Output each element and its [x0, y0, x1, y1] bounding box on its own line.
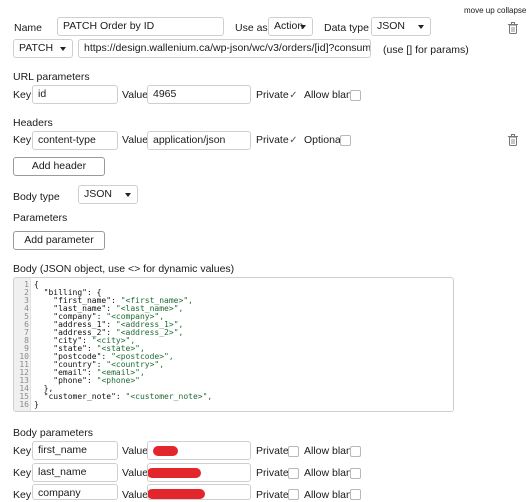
body-param-value-input[interactable]	[147, 463, 251, 482]
body-title: Body (JSON object, use <> for dynamic va…	[13, 263, 235, 275]
redaction-mark	[153, 446, 178, 456]
header-optional-checkbox[interactable]	[340, 135, 351, 146]
use-as-dropdown[interactable]: Action	[268, 17, 313, 36]
body-param-allow-blank-checkbox[interactable]	[350, 468, 361, 479]
body-param-value-input[interactable]	[147, 441, 251, 460]
name-input[interactable]: PATCH Order by ID	[57, 17, 224, 36]
body-json-editor[interactable]: 1 2 3 4 5 6 7 8 9 10 11 12 13 14 15 16 { "billing": { "…	[13, 277, 454, 412]
redaction-mark	[148, 489, 205, 499]
method-value: PATCH	[19, 42, 54, 54]
body-param-key-input[interactable]: company	[32, 484, 118, 500]
body-param-value-input[interactable]	[147, 484, 251, 500]
code-line: }	[34, 400, 39, 409]
url-param-key-input[interactable]: id	[32, 85, 118, 104]
move-up-link[interactable]: move up	[464, 6, 495, 15]
body-param-value-label: Value	[122, 467, 149, 479]
headers-title: Headers	[13, 117, 53, 129]
header-key-input[interactable]: content-type	[32, 131, 118, 150]
body-param-key-input[interactable]: last_name	[32, 463, 118, 482]
body-type-label: Body type	[13, 191, 60, 203]
body-param-private-label: Private	[256, 467, 289, 479]
add-header-button[interactable]: Add header	[13, 157, 105, 176]
trash-icon[interactable]	[508, 134, 518, 146]
url-param-value-label: Value	[122, 89, 149, 101]
trash-icon[interactable]	[508, 22, 518, 34]
line-number-gutter: 1 2 3 4 5 6 7 8 9 10 11 12 13 14 15 16	[14, 278, 31, 411]
header-value-input[interactable]: application/json	[147, 131, 251, 150]
url-hint: (use [] for params)	[383, 44, 469, 56]
header-private-label: Private	[256, 134, 289, 146]
url-input[interactable]: https://design.wallenium.ca/wp-json/wc/v…	[78, 39, 371, 58]
use-as-label: Use as	[235, 22, 268, 34]
check-icon[interactable]: ✓	[288, 135, 299, 146]
body-param-key-label: Key	[13, 445, 32, 457]
use-as-value: Action	[274, 20, 304, 32]
body-param-value-label: Value	[122, 445, 149, 457]
body-param-private-checkbox[interactable]	[288, 468, 299, 479]
url-param-private-label: Private	[256, 89, 289, 101]
body-param-key-label: Key	[13, 467, 32, 479]
code-line: "customer_note": "<customer_note>",	[34, 392, 213, 401]
add-parameter-button[interactable]: Add parameter	[13, 231, 105, 250]
redaction-mark	[148, 468, 201, 478]
parameters-title: Parameters	[13, 212, 68, 224]
line-number: 16	[19, 400, 29, 409]
url-param-value-input[interactable]: 4965	[147, 85, 251, 104]
body-param-private-checkbox[interactable]	[288, 489, 299, 500]
collapse-link[interactable]: collapse	[497, 6, 526, 15]
header-optional-label: Optional	[304, 134, 344, 146]
body-param-key-input[interactable]: first_name	[32, 441, 118, 460]
header-value-label: Value	[122, 134, 149, 146]
data-type-label: Data type	[324, 22, 369, 34]
data-type-value: JSON	[377, 20, 406, 32]
body-param-allow-blank-checkbox[interactable]	[350, 489, 361, 500]
name-label: Name	[14, 22, 43, 34]
url-param-key-label: Key	[13, 89, 32, 101]
body-type-dropdown[interactable]: JSON	[78, 185, 138, 204]
body-type-value: JSON	[84, 188, 113, 200]
body-param-allow-blank-checkbox[interactable]	[350, 446, 361, 457]
url-param-allow-blank-checkbox[interactable]	[350, 90, 361, 101]
url-parameters-title: URL parameters	[13, 71, 90, 83]
header-key-label: Key	[13, 134, 32, 146]
body-param-private-label: Private	[256, 445, 289, 457]
data-type-dropdown[interactable]: JSON	[371, 17, 431, 36]
body-param-private-checkbox[interactable]	[288, 446, 299, 457]
check-icon[interactable]: ✓	[288, 90, 299, 101]
method-dropdown[interactable]: PATCH	[13, 39, 73, 58]
body-parameters-title: Body parameters	[13, 427, 93, 439]
